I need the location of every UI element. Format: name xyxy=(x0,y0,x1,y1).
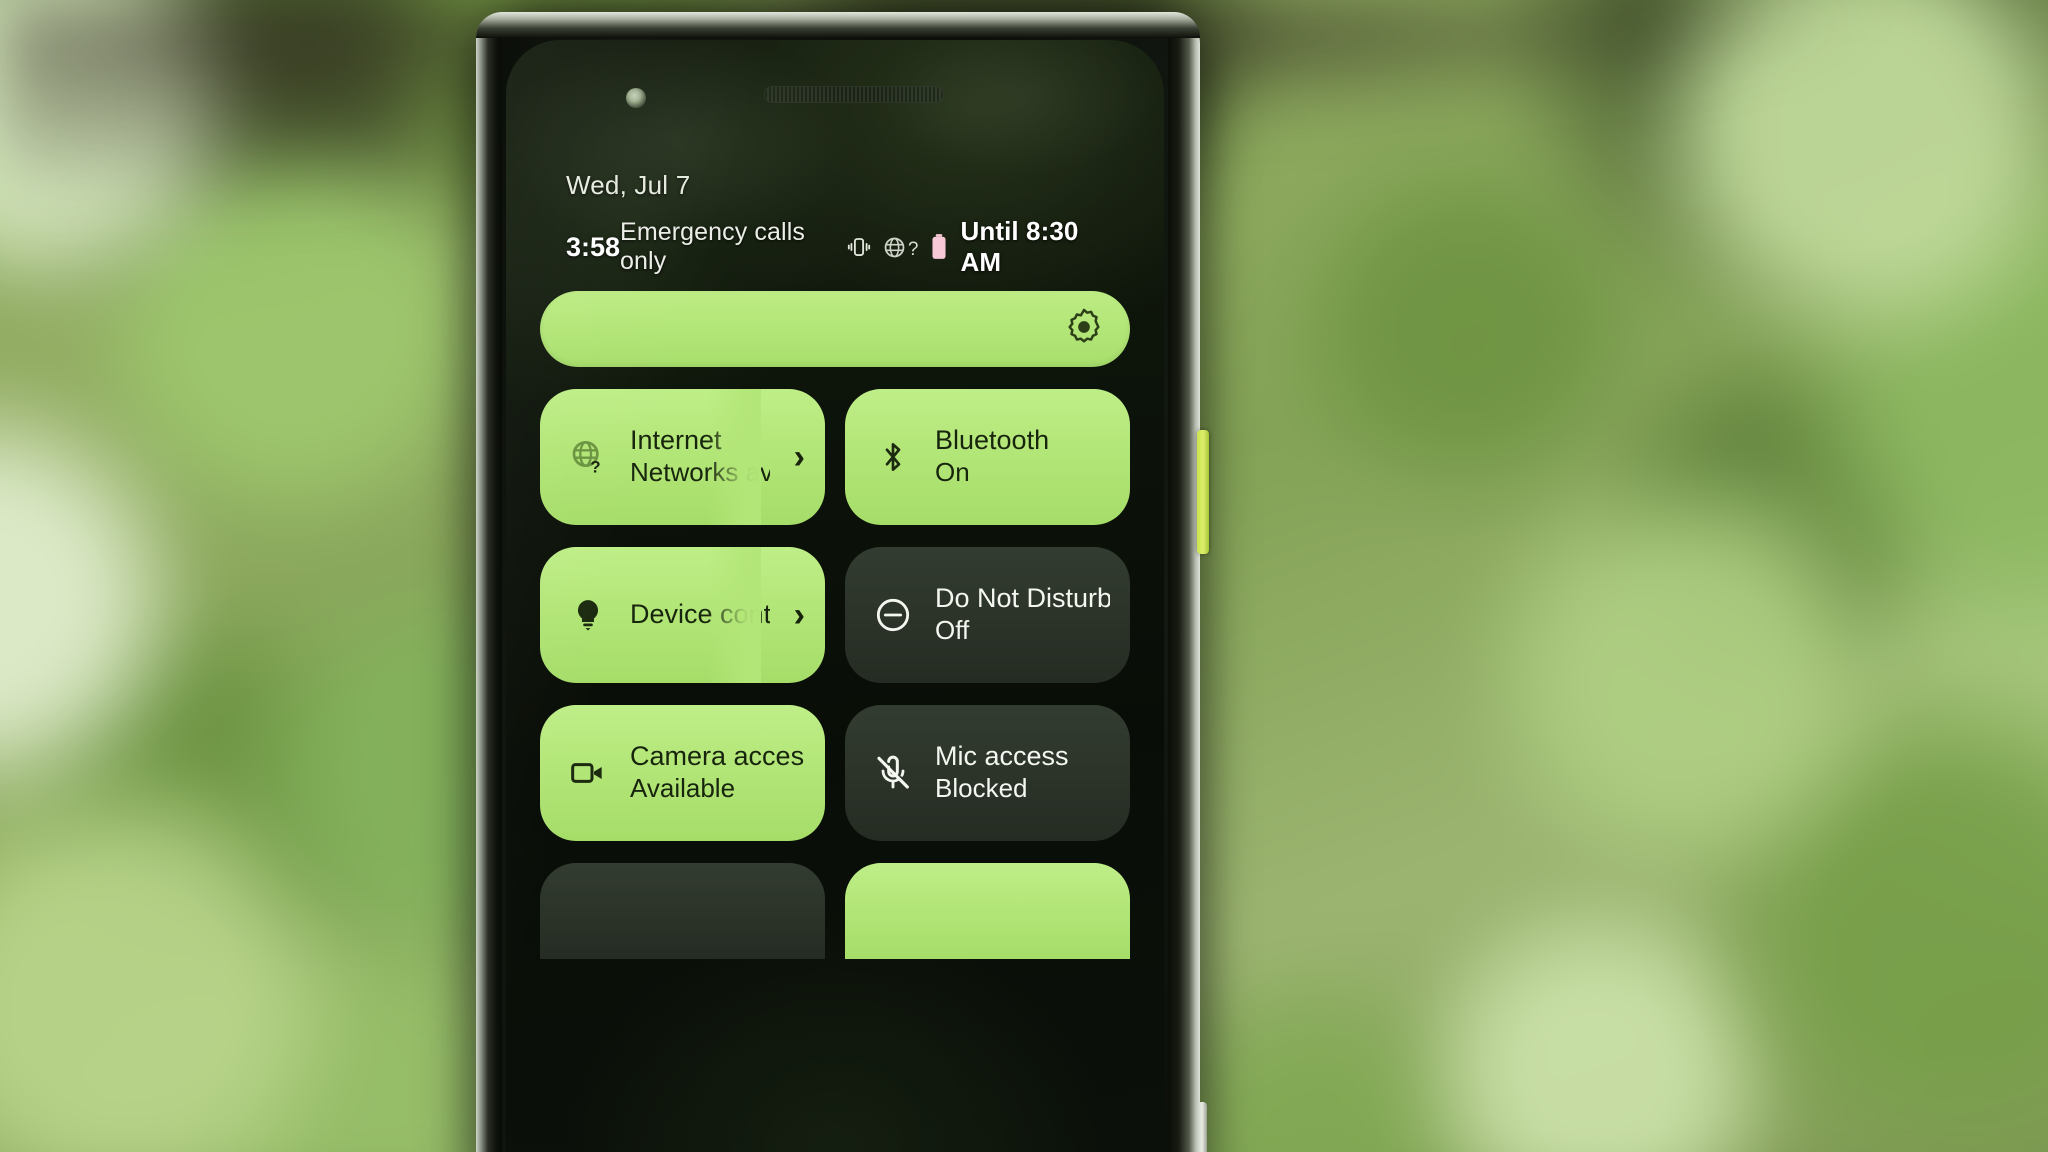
tile-mic-access-text: Mic access Blocked xyxy=(935,741,1110,804)
tile-bluetooth-title: Bluetooth xyxy=(935,425,1050,456)
tile-camera-access-title: Camera access xyxy=(630,741,805,772)
tile-do-not-disturb[interactable]: Do Not Disturb Off xyxy=(845,547,1130,683)
bluetooth-icon xyxy=(871,437,915,477)
volume-button[interactable] xyxy=(1197,1102,1207,1152)
status-bar-right: Emergency calls only ? Until 8:30 AM xyxy=(620,216,1110,278)
globe-question-icon: ? xyxy=(882,235,919,260)
power-button[interactable] xyxy=(1197,430,1209,554)
globe-question-badge: ? xyxy=(907,238,919,260)
quick-settings-tiles-partial-row xyxy=(540,863,1130,959)
phone-frame-top xyxy=(476,12,1200,38)
tile-mic-access[interactable]: Mic access Blocked xyxy=(845,705,1130,841)
brightness-slider[interactable] xyxy=(540,291,1130,367)
tile-bluetooth-subtitle: On xyxy=(935,457,970,488)
phone-frame-left xyxy=(476,12,502,1152)
brightness-sun-icon xyxy=(1064,307,1104,352)
battery-icon xyxy=(928,233,950,261)
tile-do-not-disturb-title: Do Not Disturb xyxy=(935,583,1110,614)
tile-camera-access-text: Camera access Available xyxy=(630,741,805,804)
tile-device-controls-text: Device controls xyxy=(630,599,770,631)
tile-internet-subtitle: Networks available xyxy=(630,457,770,488)
quick-settings-tiles: ? Internet Networks available › xyxy=(540,389,1130,841)
tile-partial-right[interactable] xyxy=(845,863,1130,959)
tile-mic-access-title: Mic access xyxy=(935,741,1069,772)
tile-internet-text: Internet Networks available xyxy=(630,425,770,488)
tile-bluetooth-text: Bluetooth On xyxy=(935,425,1110,488)
tile-partial-left[interactable] xyxy=(540,863,825,959)
globe-question-icon: ? xyxy=(566,437,610,477)
chevron-right-icon[interactable]: › xyxy=(794,440,805,474)
tile-do-not-disturb-text: Do Not Disturb Off xyxy=(935,583,1110,646)
phone-device: Wed, Jul 7 3:58 Emergency calls only ? U… xyxy=(476,12,1209,1152)
date-text: Wed, Jul 7 xyxy=(566,170,691,200)
carrier-label: Emergency calls only xyxy=(620,218,805,275)
date-row: Wed, Jul 7 xyxy=(534,40,1136,201)
tile-internet-title: Internet xyxy=(630,425,722,456)
video-camera-icon xyxy=(566,753,610,793)
tile-camera-access[interactable]: Camera access Available xyxy=(540,705,825,841)
phone-frame-right xyxy=(1168,12,1200,1152)
do-not-disturb-icon xyxy=(871,595,915,635)
status-bar: 3:58 Emergency calls only ? Until 8:30 A… xyxy=(534,216,1136,277)
status-time: 3:58 xyxy=(566,231,621,262)
svg-text:?: ? xyxy=(590,458,600,477)
tile-device-controls-title: Device controls xyxy=(630,599,770,630)
battery-estimate: Until 8:30 AM xyxy=(960,216,1079,277)
tile-do-not-disturb-subtitle: Off xyxy=(935,615,970,646)
lightbulb-icon xyxy=(566,595,610,635)
tile-bluetooth[interactable]: Bluetooth On xyxy=(845,389,1130,525)
phone-screen: Wed, Jul 7 3:58 Emergency calls only ? U… xyxy=(506,40,1164,1152)
tile-device-controls[interactable]: Device controls › xyxy=(540,547,825,683)
chevron-right-icon[interactable]: › xyxy=(794,598,805,632)
tile-internet[interactable]: ? Internet Networks available › xyxy=(540,389,825,525)
tile-camera-access-subtitle: Available xyxy=(630,773,736,804)
tile-mic-access-subtitle: Blocked xyxy=(935,773,1028,804)
mic-off-icon xyxy=(871,753,915,793)
quick-settings-panel: Wed, Jul 7 3:58 Emergency calls only ? U… xyxy=(506,40,1164,1152)
vibrate-icon xyxy=(846,234,872,260)
